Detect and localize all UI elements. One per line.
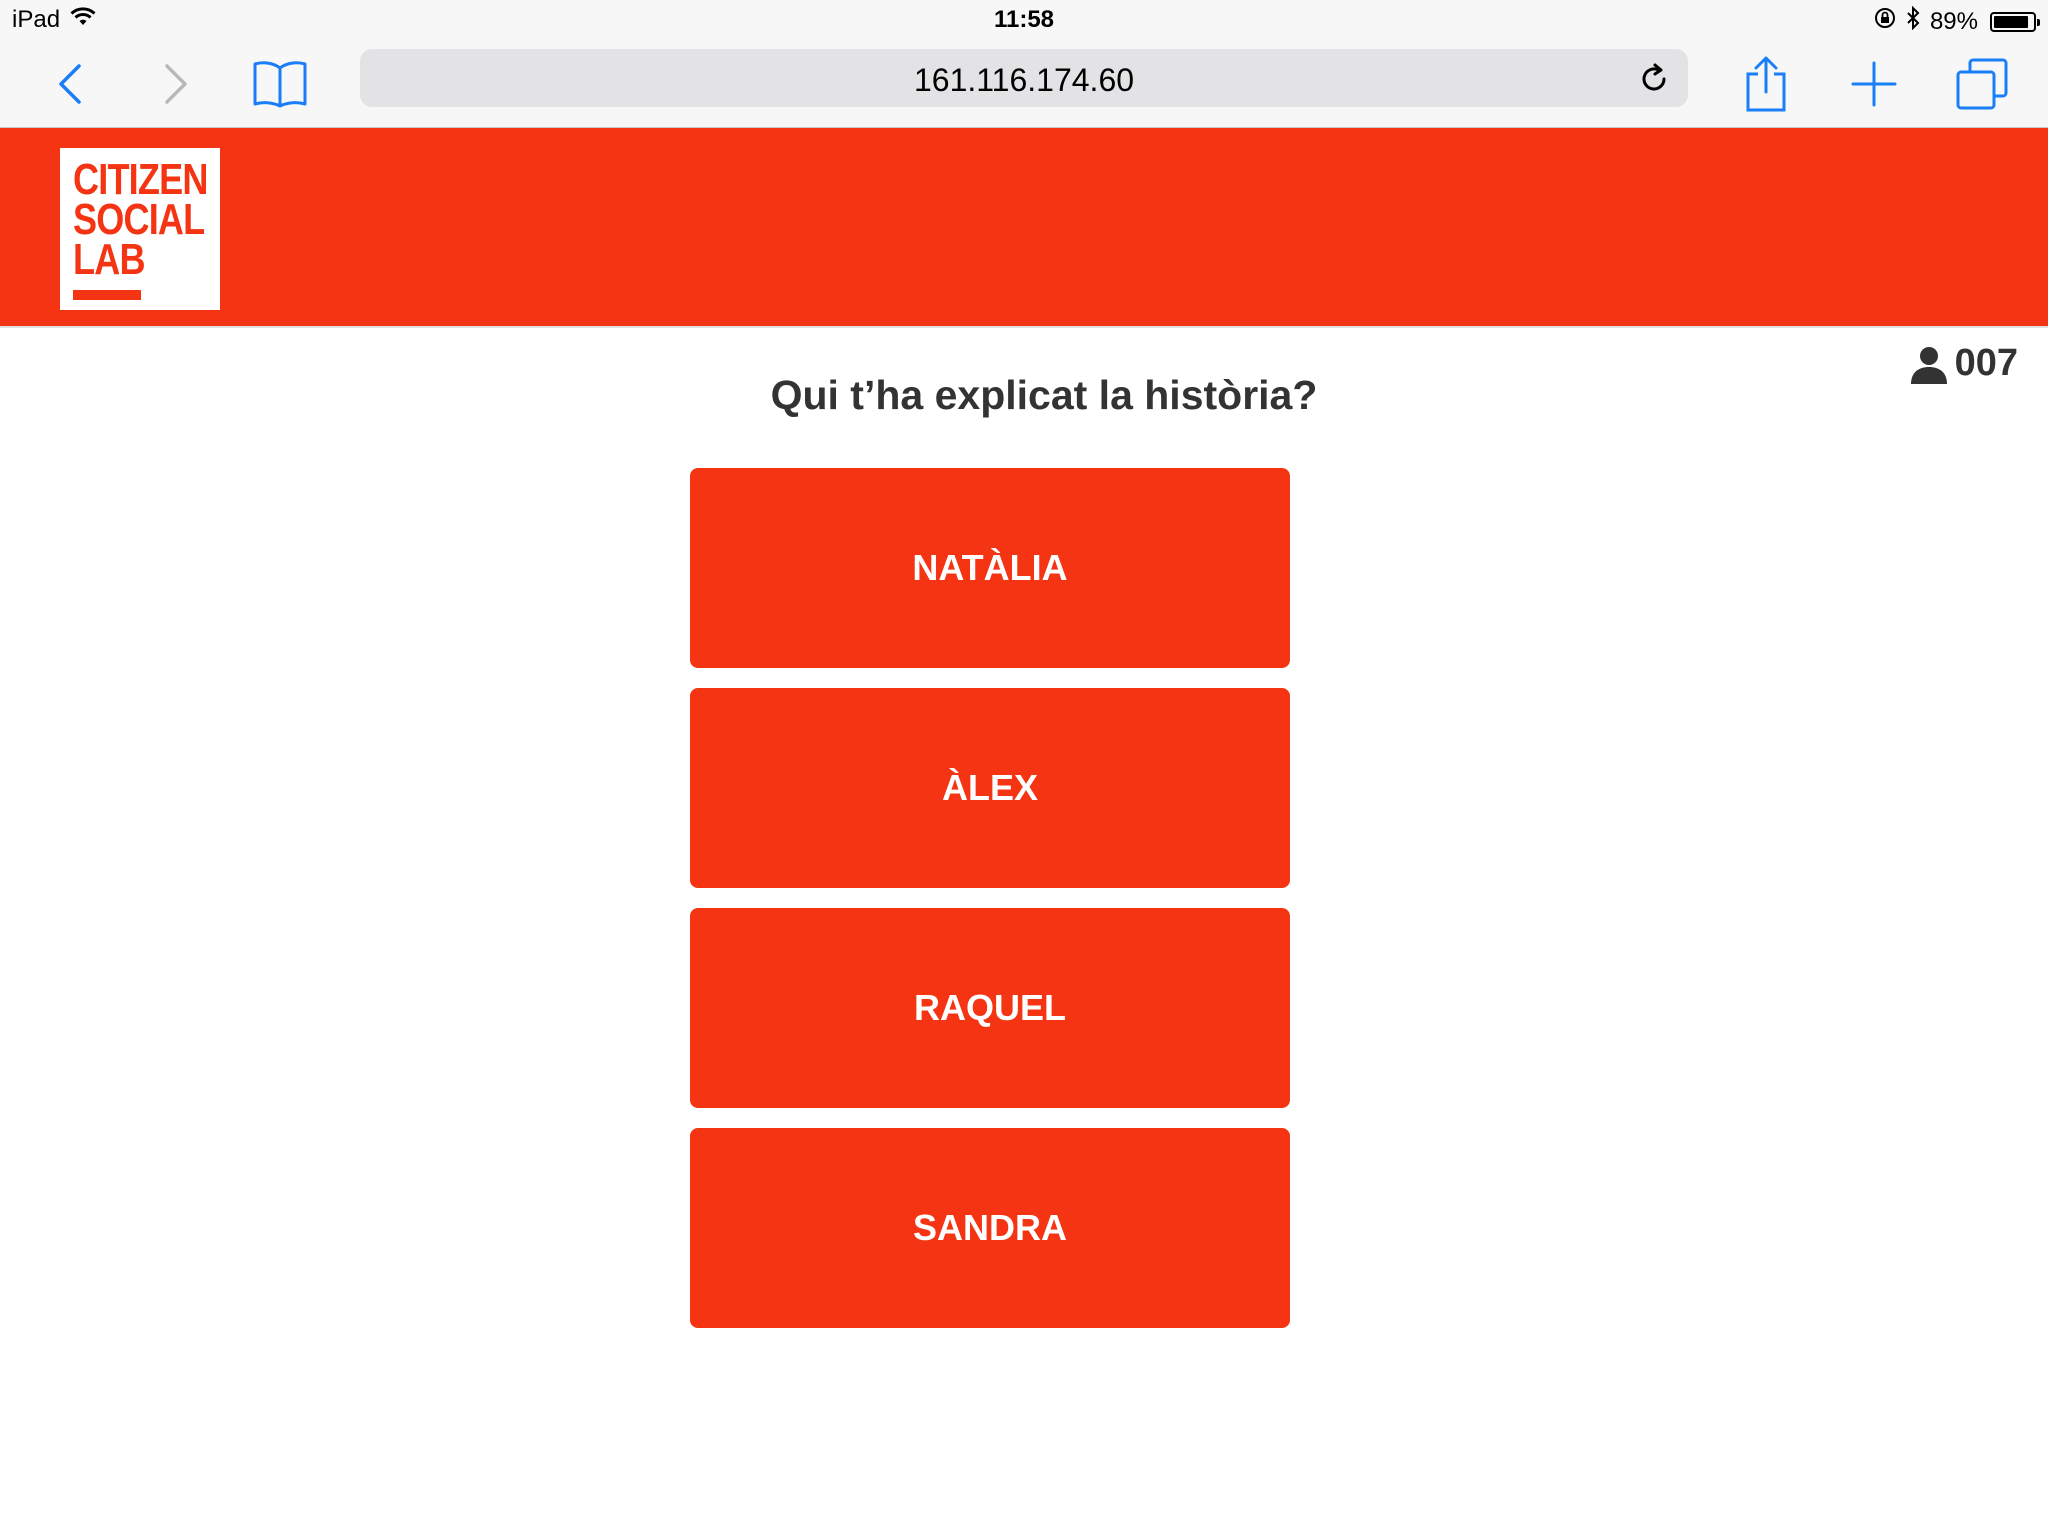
citizen-social-lab-logo[interactable]: CITIZEN SOCIAL LAB bbox=[60, 148, 220, 310]
answer-button-natalia[interactable]: NATÀLIA bbox=[690, 468, 1290, 668]
share-button[interactable] bbox=[1736, 54, 1796, 114]
answer-list: NATÀLIA ÀLEX RAQUEL SANDRA bbox=[690, 468, 1290, 1348]
new-tab-icon bbox=[1851, 61, 1897, 107]
logo-line-1: CITIZEN bbox=[73, 155, 208, 204]
forward-button[interactable] bbox=[146, 54, 206, 114]
question-title: Qui t’ha explicat la història? bbox=[770, 372, 1318, 418]
url-text[interactable]: 161.116.174.60 bbox=[360, 62, 1688, 99]
answer-button-alex[interactable]: ÀLEX bbox=[690, 688, 1290, 888]
back-icon bbox=[59, 64, 81, 104]
logo-line-3: LAB bbox=[73, 235, 146, 284]
status-right: 89% bbox=[1874, 5, 2040, 37]
battery-icon bbox=[1990, 11, 2040, 32]
browser-toolbar: 161.116.174.60 bbox=[0, 40, 2048, 128]
bluetooth-icon bbox=[1906, 5, 1920, 37]
status-time: 11:58 bbox=[993, 6, 1055, 33]
rotation-lock-icon bbox=[1874, 7, 1896, 36]
logo-line-2: SOCIAL bbox=[73, 195, 205, 244]
address-bar[interactable]: 161.116.174.60 bbox=[360, 49, 1688, 107]
answer-button-sandra[interactable]: SANDRA bbox=[690, 1128, 1290, 1328]
battery-fill bbox=[1994, 15, 2028, 28]
back-button[interactable] bbox=[40, 54, 100, 114]
new-tab-button[interactable] bbox=[1844, 54, 1904, 114]
answer-button-raquel[interactable]: RAQUEL bbox=[690, 908, 1290, 1108]
site-header: CITIZEN SOCIAL LAB bbox=[0, 128, 2048, 328]
status-bar: iPad 11:58 89% bbox=[0, 0, 2048, 40]
bookmarks-icon bbox=[253, 61, 307, 108]
reload-icon bbox=[1642, 63, 1666, 91]
logo-underline bbox=[73, 290, 141, 300]
bookmarks-button[interactable] bbox=[250, 54, 310, 114]
tabs-icon bbox=[1956, 58, 2008, 110]
battery-percent: 89% bbox=[1929, 7, 1978, 35]
tabs-button[interactable] bbox=[1952, 54, 2012, 114]
forward-icon bbox=[165, 64, 187, 104]
share-icon bbox=[1746, 56, 1786, 112]
reload-button[interactable] bbox=[1632, 57, 1676, 101]
